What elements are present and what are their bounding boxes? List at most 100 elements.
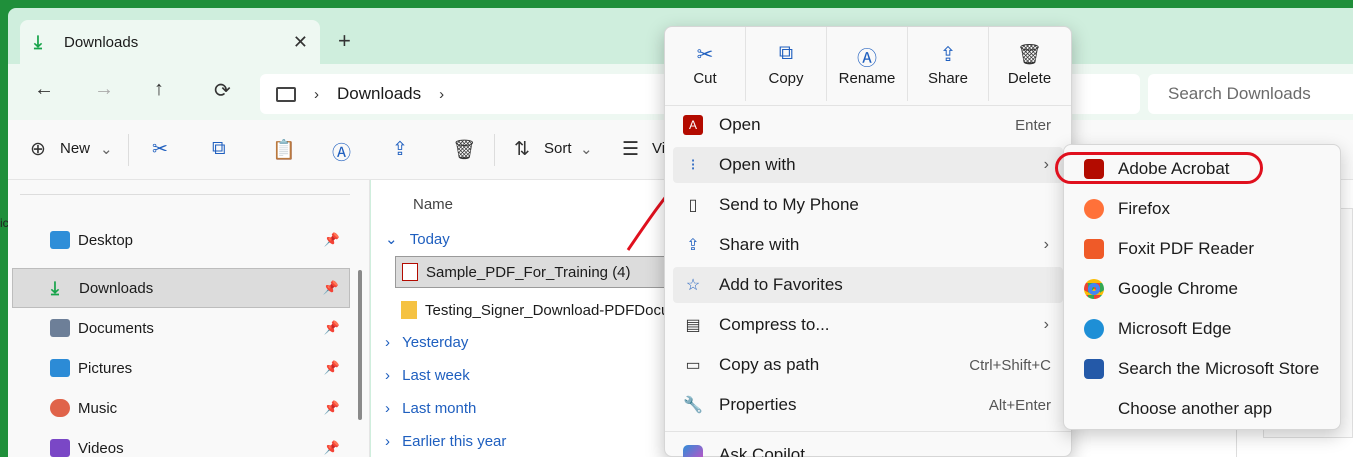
delete-icon[interactable]: 🗑	[452, 138, 476, 162]
group-label: Yesterday	[402, 334, 469, 351]
menu-item-copy-as-path[interactable]: ▭ Copy as path Ctrl+Shift+C	[673, 347, 1063, 383]
app-firefox[interactable]: Firefox	[1072, 191, 1334, 227]
chevron-down-icon: ⌄	[385, 231, 398, 248]
chevron-right-icon: ›	[1043, 316, 1049, 333]
open-with-icon: ⁝	[690, 157, 696, 174]
chevron-down-icon: ⌄	[100, 141, 113, 158]
share-label: Share	[927, 69, 969, 87]
rename-button[interactable]: Ⓐ Rename	[827, 27, 908, 101]
toolbar-divider	[494, 134, 495, 166]
view-icon[interactable]: ☰	[622, 138, 639, 161]
forward-button[interactable]: →	[94, 78, 114, 101]
sidebar-item-videos[interactable]: Videos 📌	[12, 428, 350, 457]
menu-item-send-to-phone[interactable]: ▯ Send to My Phone	[673, 187, 1063, 223]
desktop-icon	[50, 231, 70, 249]
chevron-right-icon: ›	[385, 334, 390, 351]
search-input[interactable]: Search Downloads	[1148, 74, 1353, 114]
paste-icon[interactable]: 📋	[272, 138, 296, 162]
new-tab-button[interactable]: +	[338, 28, 351, 54]
column-header-name[interactable]: Name	[413, 196, 453, 213]
sidebar-scrollbar[interactable]	[358, 270, 362, 420]
menu-item-label: Compress to...	[719, 315, 830, 334]
pin-icon[interactable]: 📌	[323, 280, 339, 296]
group-last-month[interactable]: › Last month	[385, 400, 476, 417]
pin-icon[interactable]: 📌	[324, 320, 340, 336]
breadcrumb-location[interactable]: Downloads	[337, 84, 421, 104]
menu-item-open-with[interactable]: ⁝ Open with ›	[673, 147, 1063, 183]
menu-item-label: Properties	[719, 395, 797, 414]
annotation-highlight-circle	[1055, 152, 1263, 184]
foxit-icon	[1084, 239, 1104, 259]
this-pc-icon[interactable]	[276, 86, 296, 102]
chrome-icon	[1084, 279, 1104, 299]
copy-icon: ⧉	[778, 41, 794, 64]
app-microsoft-store[interactable]: Search the Microsoft Store	[1072, 351, 1334, 387]
pin-icon[interactable]: 📌	[324, 232, 340, 248]
new-icon[interactable]: ⊕	[30, 138, 46, 161]
sidebar-divider	[20, 194, 350, 195]
menu-item-properties[interactable]: 🔧 Properties Alt+Enter	[673, 387, 1063, 423]
sort-button[interactable]: Sort	[544, 140, 572, 157]
menu-item-label: Ask Copilot	[719, 445, 805, 457]
sidebar-item-documents[interactable]: Documents 📌	[12, 308, 350, 348]
sort-icon[interactable]: ⇅	[514, 138, 530, 161]
breadcrumb-chevron-icon[interactable]: ›	[314, 86, 319, 103]
file-item[interactable]: Testing_Signer_Download-PDFDocu	[395, 294, 669, 326]
app-foxit-pdf-reader[interactable]: Foxit PDF Reader	[1072, 231, 1334, 267]
menu-item-ask-copilot[interactable]: Ask Copilot	[673, 437, 1063, 457]
sidebar-item-pictures[interactable]: Pictures 📌	[12, 348, 350, 388]
close-tab-icon[interactable]: ✕	[293, 32, 308, 53]
app-google-chrome[interactable]: Google Chrome	[1072, 271, 1334, 307]
context-menu-divider	[665, 431, 1071, 432]
cut-label: Cut	[693, 69, 717, 87]
context-menu: ✂ Cut ⧉ Copy Ⓐ Rename ⇪ Share 🗑 Delete A…	[664, 26, 1072, 457]
sidebar-item-downloads[interactable]: ⤓ Downloads 📌	[12, 268, 350, 308]
sidebar-item-music[interactable]: Music 📌	[12, 388, 350, 428]
menu-item-open[interactable]: A Open Enter	[673, 107, 1063, 143]
app-label: Choose another app	[1118, 399, 1273, 418]
file-item-selected[interactable]: Sample_PDF_For_Training (4)	[395, 256, 665, 288]
pin-icon[interactable]: 📌	[324, 360, 340, 376]
choose-another-app[interactable]: Choose another app	[1072, 391, 1334, 427]
share-icon[interactable]: ⇪	[392, 138, 408, 161]
rename-icon[interactable]: Ⓐ	[332, 138, 351, 165]
cut-icon[interactable]: ✂	[152, 138, 168, 161]
menu-item-share-with[interactable]: ⇪ Share with ›	[673, 227, 1063, 263]
back-button[interactable]: ←	[34, 78, 54, 101]
group-earlier-this-year[interactable]: › Earlier this year	[385, 433, 506, 450]
breadcrumb-chevron-icon[interactable]: ›	[439, 86, 444, 103]
delete-label: Delete	[1007, 69, 1052, 87]
app-label: Google Chrome	[1118, 279, 1239, 298]
delete-button[interactable]: 🗑 Delete	[989, 27, 1070, 101]
chevron-right-icon: ›	[1043, 236, 1049, 253]
refresh-button[interactable]: ⟳	[214, 78, 231, 103]
group-today[interactable]: ⌄ Today	[385, 230, 450, 248]
menu-item-label: Share with	[719, 235, 800, 254]
file-name: Sample_PDF_For_Training (4)	[426, 263, 631, 281]
pin-icon[interactable]: 📌	[324, 400, 340, 416]
pin-icon[interactable]: 📌	[324, 440, 340, 456]
menu-item-label: Copy as path	[719, 355, 820, 374]
copy-button[interactable]: ⧉ Copy	[746, 27, 827, 101]
group-yesterday[interactable]: › Yesterday	[385, 334, 468, 351]
sidebar-item-desktop[interactable]: Desktop 📌	[12, 220, 350, 260]
menu-item-compress-to[interactable]: ▤ Compress to... ›	[673, 307, 1063, 343]
sidebar-item-label: Pictures	[78, 359, 133, 377]
shortcut-text: Enter	[1015, 116, 1051, 134]
menu-item-add-to-favorites[interactable]: ☆ Add to Favorites	[673, 267, 1063, 303]
share-button[interactable]: ⇪ Share	[908, 27, 989, 101]
navigation-pane: Desktop 📌 ⤓ Downloads 📌 Documents 📌 Pict…	[8, 180, 370, 457]
documents-icon	[50, 319, 70, 337]
acrobat-icon: A	[683, 115, 703, 135]
new-button[interactable]: New	[60, 140, 90, 157]
tab-downloads[interactable]: ⤓ Downloads ✕	[20, 20, 320, 64]
copy-icon[interactable]: ⧉	[212, 138, 226, 160]
share-icon: ⇪	[939, 43, 957, 66]
app-microsoft-edge[interactable]: Microsoft Edge	[1072, 311, 1334, 347]
copy-label: Copy	[768, 69, 804, 87]
firefox-icon	[1084, 199, 1104, 219]
up-button[interactable]: ↑	[154, 78, 164, 101]
cut-button[interactable]: ✂ Cut	[665, 27, 746, 101]
phone-icon: ▯	[688, 197, 698, 214]
group-last-week[interactable]: › Last week	[385, 367, 470, 384]
